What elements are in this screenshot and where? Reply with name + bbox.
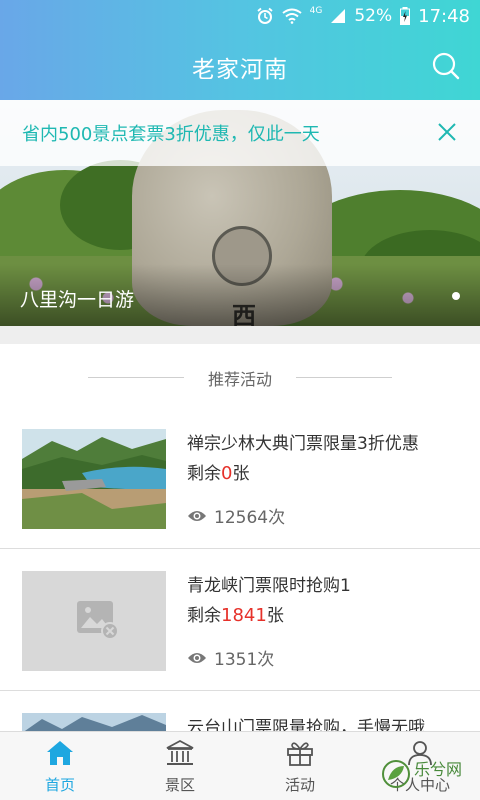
section-title: 推荐活动	[207, 370, 272, 389]
tab-label: 景区	[164, 776, 195, 794]
page-title: 老家河南	[192, 57, 288, 83]
lake-photo	[22, 429, 166, 529]
tab-label: 首页	[44, 776, 75, 794]
view-count: 1351次	[187, 645, 274, 670]
section-header: 推荐活动	[0, 366, 480, 390]
remaining-unit: 张	[266, 606, 284, 626]
close-icon[interactable]	[436, 121, 458, 143]
section-gap	[0, 326, 480, 344]
site-watermark: 乐兮网	[380, 752, 470, 798]
remaining-label: 剩余	[187, 606, 221, 626]
battery-percent: 52%	[354, 6, 393, 26]
eye-icon	[188, 510, 206, 521]
promo-notice[interactable]: 省内500景点套票3折优惠，仅此一天	[0, 100, 480, 166]
status-bar: 4G 52% 17:48	[0, 0, 480, 32]
image-placeholder-icon	[22, 571, 166, 671]
leaf-logo-icon	[382, 760, 410, 788]
view-count-text: 1351次	[214, 650, 275, 670]
tab-activity[interactable]: 活动	[240, 732, 360, 800]
tab-label: 活动	[284, 776, 315, 794]
battery-icon	[400, 7, 411, 25]
activity-thumbnail	[22, 429, 166, 529]
activity-card[interactable]: 禅宗少林大典门票限量3折优惠 剩余0张 12564次	[0, 407, 480, 549]
carousel-indicator	[452, 292, 460, 300]
activity-thumbnail	[22, 571, 166, 671]
activity-title: 禅宗少林大典门票限量3折优惠	[187, 434, 419, 454]
promo-notice-text: 省内500景点套票3折优惠，仅此一天	[22, 124, 320, 145]
tickets-remaining: 剩余1841张	[187, 601, 284, 626]
remaining-count: 0	[221, 463, 233, 484]
view-count: 12564次	[187, 503, 285, 528]
remaining-label: 剩余	[187, 464, 221, 484]
remaining-unit: 张	[232, 464, 250, 484]
view-count-text: 12564次	[214, 508, 286, 528]
home-icon	[47, 741, 73, 765]
alarm-icon	[257, 7, 273, 24]
gift-icon	[287, 742, 313, 766]
tickets-remaining: 剩余0张	[187, 459, 249, 484]
search-button[interactable]	[430, 50, 462, 82]
banner-caption-text: 八里沟一日游	[20, 289, 135, 311]
divider	[296, 377, 392, 378]
signal-icon	[331, 9, 346, 23]
watermark-text: 乐兮网	[414, 760, 463, 779]
clock: 17:48	[418, 5, 470, 27]
search-icon	[432, 52, 460, 80]
tab-home[interactable]: 首页	[0, 732, 120, 800]
banner-caption: 八里沟一日游	[0, 264, 480, 326]
network-type: 4G	[309, 6, 323, 16]
eye-icon	[188, 652, 206, 663]
activity-title: 青龙峡门票限时抢购1	[187, 576, 351, 596]
status-icons: 4G 52% 17:48	[256, 4, 470, 28]
wifi-icon	[282, 8, 302, 24]
tab-scenic[interactable]: 景区	[120, 732, 240, 800]
banner-carousel[interactable]: 西 山 省内500景点套票3折优惠，仅此一天 八里沟一日游	[0, 100, 480, 326]
building-icon	[166, 739, 194, 765]
remaining-count: 1841	[221, 605, 267, 626]
activity-card[interactable]: 青龙峡门票限时抢购1 剩余1841张 1351次	[0, 549, 480, 691]
